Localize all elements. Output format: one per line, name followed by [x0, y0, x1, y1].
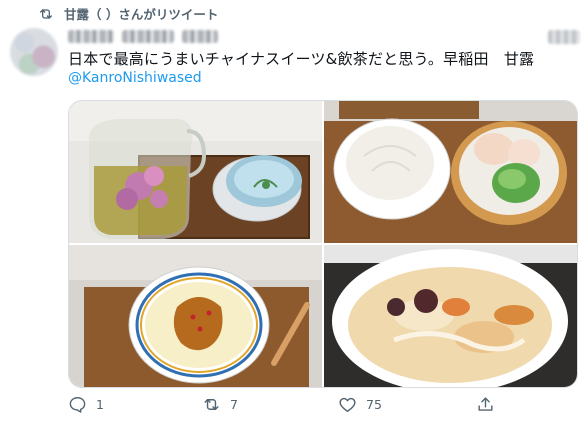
author-name-redacted: [68, 29, 114, 43]
reply-count: 1: [96, 397, 104, 412]
dessert-soup-image: [324, 245, 577, 387]
like-count: 75: [366, 397, 382, 412]
photo-flower-tea[interactable]: [69, 101, 322, 243]
tweet-actions: 1 7 75: [68, 395, 528, 417]
reply-button[interactable]: 1: [68, 395, 104, 414]
reply-icon: [69, 397, 86, 413]
retweet-header[interactable]: 甘露（ ）さんがリツイート: [38, 4, 218, 23]
author-name-row[interactable]: [68, 27, 218, 45]
share-button[interactable]: [476, 395, 495, 414]
photo-dessert-soup[interactable]: [324, 245, 577, 387]
bun-dumplings-image: [324, 101, 577, 243]
retweet-icon: [204, 399, 219, 410]
tweet-text: 日本で最高にうまいチャイナスイーツ&飲茶だと思う。早稲田 甘露: [68, 50, 535, 68]
egg-pudding-image: [69, 245, 322, 387]
more-options-redacted[interactable]: [548, 30, 580, 44]
author-handle-redacted: [122, 29, 174, 43]
flower-tea-image: [69, 101, 322, 243]
mention-link[interactable]: @KanroNishiwased: [68, 70, 202, 86]
photo-bun-dumplings[interactable]: [324, 101, 577, 243]
retweet-count: 7: [230, 397, 238, 412]
heart-icon: [339, 397, 356, 412]
retweet-text: 甘露（ ）さんがリツイート: [64, 7, 219, 22]
retweet-icon: [40, 8, 52, 19]
photo-grid: [68, 100, 578, 388]
avatar[interactable]: [10, 28, 58, 76]
like-button[interactable]: 75: [338, 395, 382, 414]
photo-egg-pudding[interactable]: [69, 245, 322, 387]
retweet-button[interactable]: 7: [202, 395, 238, 414]
share-icon: [478, 397, 493, 411]
timestamp-redacted: [182, 29, 218, 43]
